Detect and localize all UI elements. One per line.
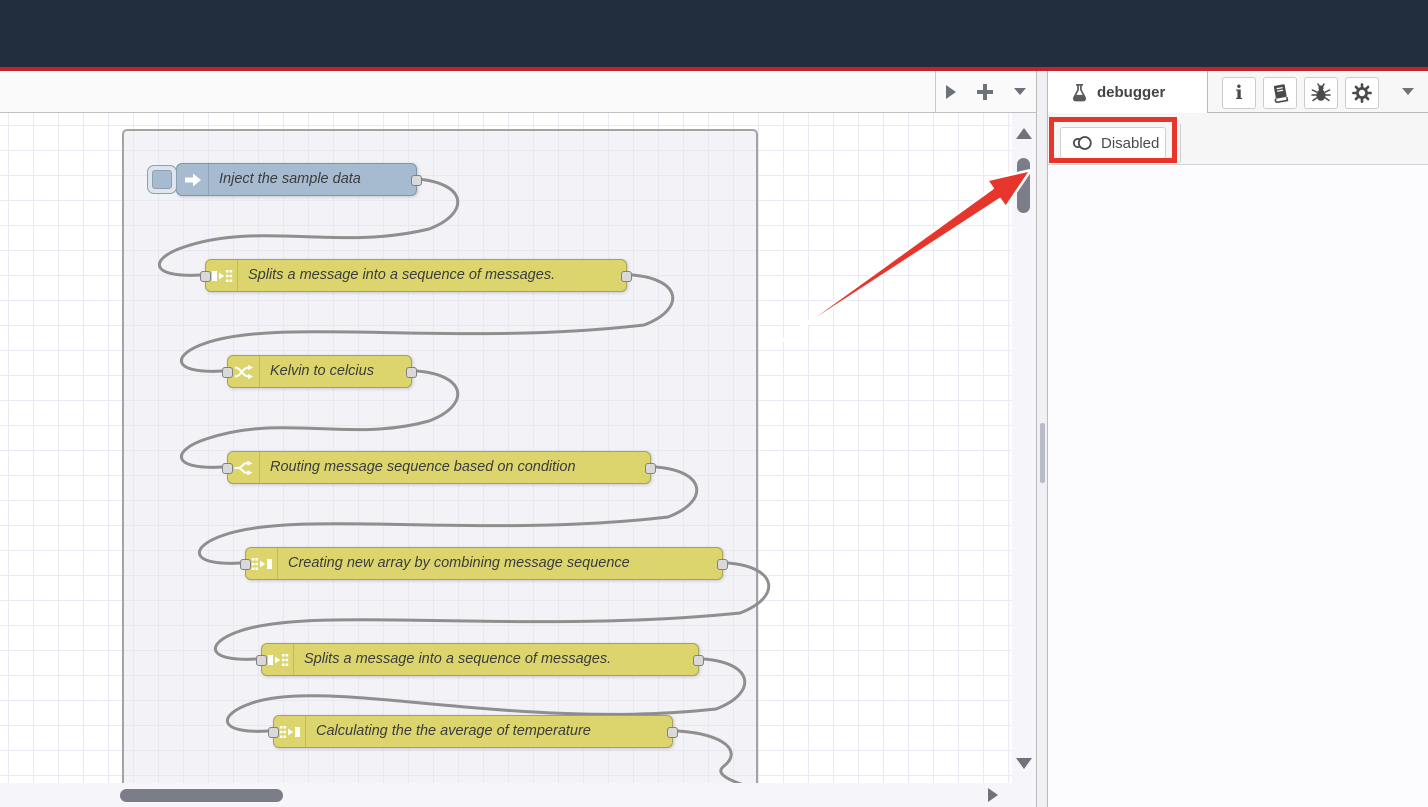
tabbar-controls (935, 71, 1036, 112)
wires-layer (0, 113, 1012, 783)
sidebar-options-chevron[interactable] (1402, 88, 1414, 95)
node-output-port[interactable] (621, 271, 632, 282)
sidebar-tab-label: debugger (1097, 84, 1165, 101)
node-red-app: Deploy su Inject the sample dataSplits a… (0, 0, 1428, 807)
add-flow-icon[interactable] (977, 84, 993, 100)
node-input-port[interactable] (256, 655, 267, 666)
node-output-port[interactable] (693, 655, 704, 666)
node-input-port[interactable] (200, 271, 211, 282)
debug-nodes-button[interactable] (1304, 77, 1338, 109)
info-button[interactable]: i (1222, 77, 1256, 109)
inject-node-icon (177, 164, 209, 195)
sidebar-tab-debugger[interactable]: debugger (1048, 71, 1208, 114)
scroll-up-icon[interactable] (1016, 128, 1032, 139)
info-icon: i (1235, 82, 1242, 104)
scroll-right-icon[interactable] (988, 788, 998, 802)
node-label: Splits a message into a sequence of mess… (238, 260, 565, 291)
node-output-port[interactable] (667, 727, 678, 738)
flow-node-switch1[interactable]: Routing message sequence based on condit… (227, 451, 651, 484)
node-label: Creating new array by combining message … (278, 548, 640, 579)
inject-trigger-button[interactable] (147, 165, 177, 194)
node-output-port[interactable] (411, 175, 422, 186)
app-header (0, 0, 1428, 67)
toolbar-separator (1180, 124, 1181, 162)
node-output-port[interactable] (717, 559, 728, 570)
flow-node-inject1[interactable]: Inject the sample data (176, 163, 417, 196)
node-label: Routing message sequence based on condit… (260, 452, 586, 483)
gear-icon (1352, 83, 1372, 103)
vertical-scrollbar[interactable] (1012, 113, 1036, 783)
settings-button[interactable] (1345, 77, 1379, 109)
node-label: Splits a message into a sequence of mess… (294, 644, 621, 675)
sidebar-splitter[interactable] (1036, 71, 1048, 807)
node-output-port[interactable] (645, 463, 656, 474)
bug-icon (1311, 83, 1331, 103)
flow-node-change1[interactable]: Kelvin to celcius (227, 355, 412, 388)
horizontal-scroll-thumb[interactable] (120, 789, 283, 802)
docs-button[interactable] (1263, 77, 1297, 109)
node-label: Inject the sample data (209, 164, 371, 195)
flow-list-dropdown-icon[interactable] (1014, 88, 1026, 95)
sidebar: debugger i (1048, 71, 1428, 807)
flow-node-join2[interactable]: Calculating the the average of temperatu… (273, 715, 673, 748)
scroll-tabs-right-icon[interactable] (946, 85, 956, 99)
flow-node-split2[interactable]: Splits a message into a sequence of mess… (261, 643, 699, 676)
annotation-highlight-box (1049, 117, 1177, 163)
node-input-port[interactable] (240, 559, 251, 570)
splitter-grip[interactable] (1040, 423, 1045, 483)
horizontal-scrollbar[interactable] (0, 783, 1036, 807)
node-input-port[interactable] (268, 727, 279, 738)
flow-node-split1[interactable]: Splits a message into a sequence of mess… (205, 259, 627, 292)
node-output-port[interactable] (406, 367, 417, 378)
vertical-scroll-thumb[interactable] (1017, 158, 1030, 213)
flow-node-join1[interactable]: Creating new array by combining message … (245, 547, 723, 580)
flow-canvas[interactable]: Inject the sample data Splits a message i… (0, 113, 1012, 783)
wire[interactable] (678, 731, 918, 783)
node-input-port[interactable] (222, 463, 233, 474)
flask-icon (1070, 83, 1089, 102)
scroll-down-icon[interactable] (1016, 758, 1032, 769)
node-label: Calculating the the average of temperatu… (306, 716, 601, 747)
node-label: Kelvin to celcius (260, 356, 384, 387)
workspace-tabbar (0, 71, 1036, 113)
header-accent-line (0, 67, 1428, 71)
book-icon (1270, 83, 1290, 103)
node-input-port[interactable] (222, 367, 233, 378)
